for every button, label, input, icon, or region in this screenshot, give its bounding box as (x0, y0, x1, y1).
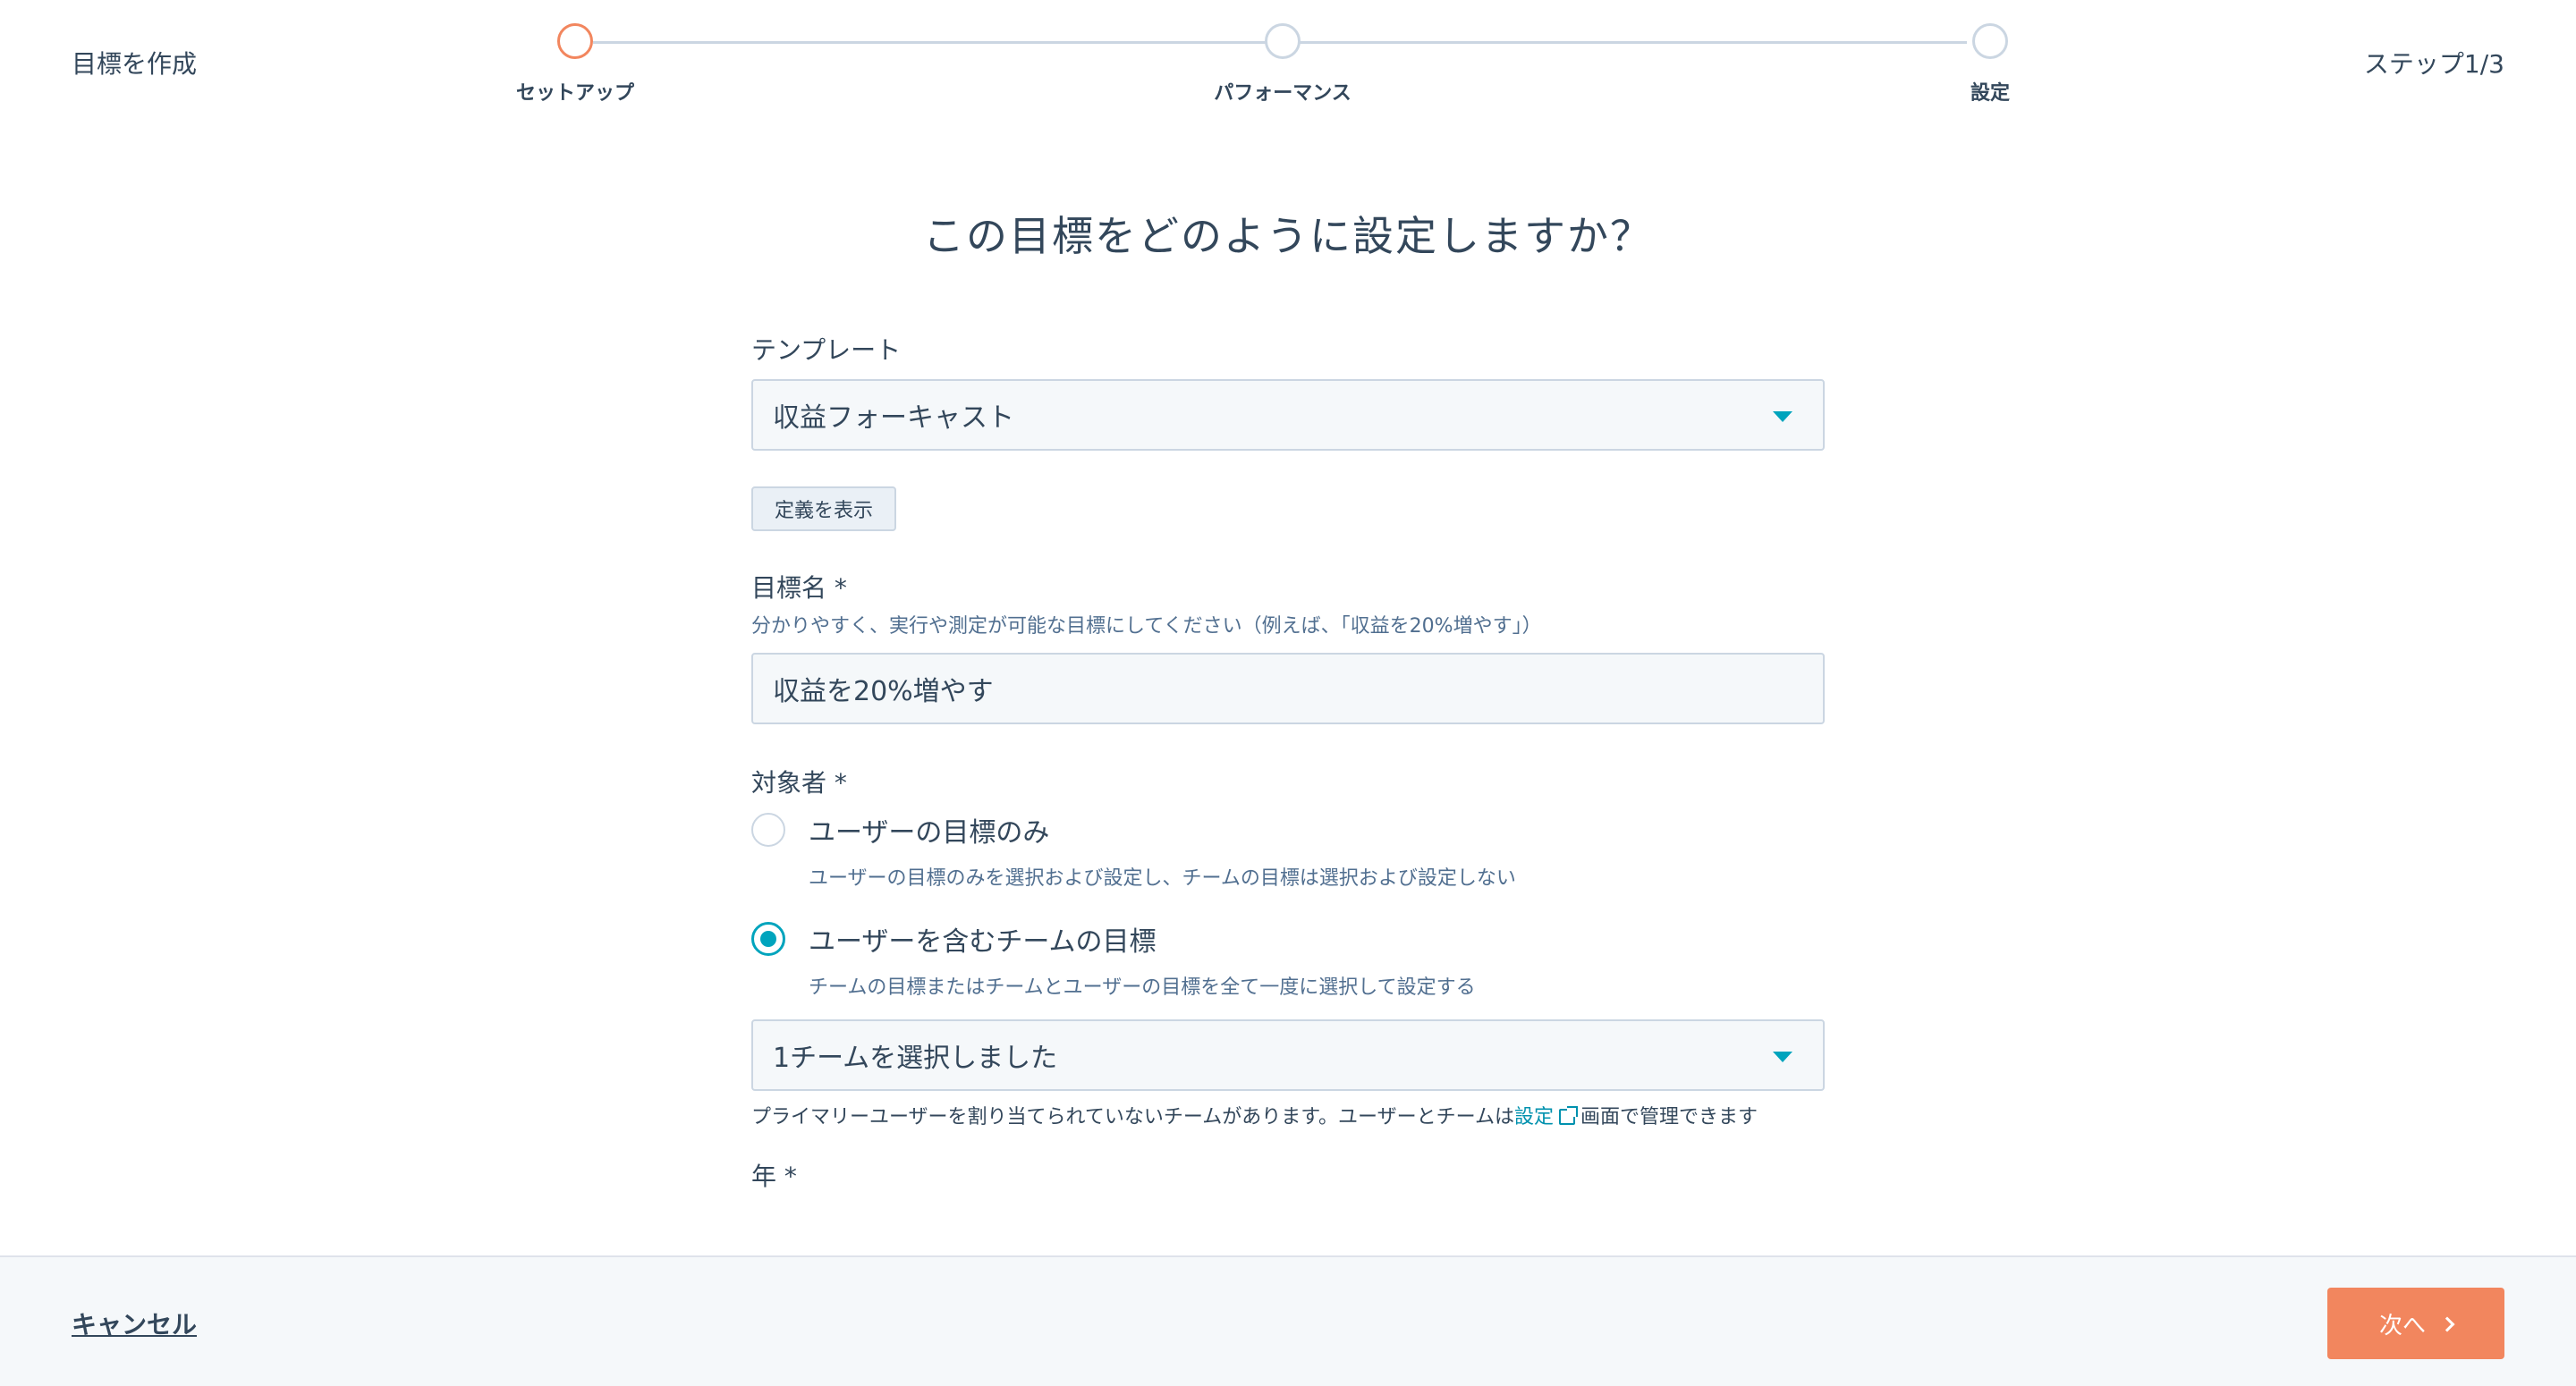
radio-users-only[interactable] (751, 813, 785, 847)
year-label: 年 * (751, 1162, 797, 1191)
template-label: テンプレート (751, 335, 902, 365)
template-select-value: 収益フォーキャスト (773, 402, 1014, 434)
step-2-circle (1265, 23, 1301, 59)
audience-option-teams[interactable]: ユーザーを含むチームの目標 (751, 919, 1825, 959)
audience-label: 対象者 * (751, 768, 847, 798)
goal-form: テンプレート 収益フォーキャスト 定義を表示 目標名 * 分かりやすく、実行や測… (751, 331, 1825, 1193)
step-2-label: パフォーマンス (1214, 82, 1352, 105)
settings-link[interactable]: 設定 (1514, 1106, 1554, 1128)
goal-name-value: 収益を20%増やす (773, 676, 994, 707)
audience-option-users-only[interactable]: ユーザーの目標のみ (751, 810, 1825, 849)
team-select-value: 1チームを選択しました (773, 1043, 1058, 1074)
next-button[interactable]: 次へ (2327, 1288, 2504, 1359)
radio-users-only-label: ユーザーの目標のみ (809, 817, 1050, 849)
show-definition-button[interactable]: 定義を表示 (751, 486, 897, 531)
chevron-right-icon (2439, 1316, 2455, 1332)
page-title: 目標を作成 (72, 49, 198, 79)
radio-teams[interactable] (751, 922, 785, 956)
goal-name-input[interactable]: 収益を20%増やす (751, 653, 1825, 724)
chevron-down-icon (1773, 1052, 1792, 1062)
next-button-label: 次へ (2378, 1312, 2426, 1340)
cancel-link[interactable]: キャンセル (72, 1306, 197, 1341)
main-question: この目標をどのように設定しますか？ (923, 212, 1653, 260)
chevron-down-icon (1773, 411, 1792, 422)
step-3-label: 設定 (1970, 82, 2010, 105)
team-select[interactable]: 1チームを選択しました (751, 1019, 1825, 1091)
radio-teams-label: ユーザーを含むチームの目標 (809, 926, 1157, 958)
create-goal-page: 目標を作成 セットアップ パフォーマンス 設定 ステップ1/3 この目標をどのよ… (0, 0, 2576, 1386)
step-1-label: セットアップ (515, 82, 634, 105)
radio-users-only-description: ユーザーの目標のみを選択および設定し、チームの目標は選択および設定しない (809, 867, 1516, 890)
footer-bar: キャンセル 次へ (0, 1255, 2576, 1386)
goal-name-label: 目標名 * (751, 573, 847, 603)
radio-teams-description: チームの目標またはチームとユーザーの目標を全て一度に選択して設定する (809, 976, 1476, 999)
step-3-circle (1972, 23, 2008, 59)
team-help-text: プライマリーユーザーを割り当てられていないチームがあります。ユーザーとチームは設… (751, 1106, 1758, 1128)
goal-name-help: 分かりやすく、実行や測定が可能な目標にしてください（例えば、「収益を20%増やす… (751, 615, 1542, 638)
step-1-circle (557, 23, 593, 59)
template-select[interactable]: 収益フォーキャスト (751, 379, 1825, 451)
external-link-icon (1558, 1106, 1578, 1125)
step-count: ステップ1/3 (2363, 49, 2504, 79)
